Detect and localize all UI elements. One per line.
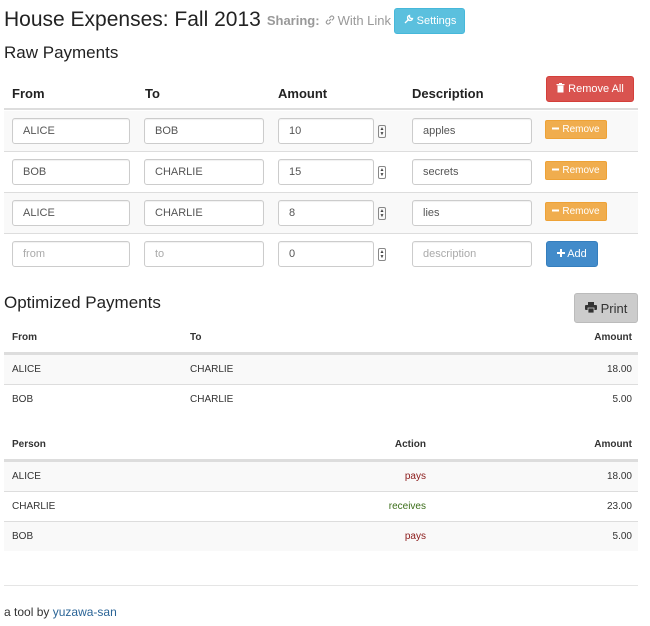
payment-row: ▲▼ Remove: [4, 193, 638, 234]
table-header: From To Amount: [4, 323, 638, 354]
footer-divider: [4, 585, 638, 586]
action-cell: pays: [404, 531, 426, 542]
sharing-label: Sharing:: [266, 12, 320, 28]
column-from: From: [12, 86, 45, 101]
minus-icon: [552, 165, 560, 176]
table-row: ALICE CHARLIE 18.00: [4, 354, 638, 384]
column-to: To: [190, 332, 202, 343]
amount-stepper[interactable]: ▲ ▼: [378, 248, 386, 261]
column-amount: Amount: [594, 439, 632, 450]
author-link[interactable]: yuzawa-san: [53, 605, 117, 619]
person-cell: BOB: [12, 531, 34, 542]
amount-cell: 18.00: [606, 364, 632, 375]
to-cell: CHARLIE: [190, 394, 234, 405]
description-input[interactable]: [412, 200, 532, 226]
amount-input[interactable]: [278, 118, 374, 144]
amount-input[interactable]: [278, 200, 374, 226]
table-row: ALICE pays 18.00: [4, 461, 638, 491]
remove-button[interactable]: Remove: [545, 161, 607, 180]
to-cell: CHARLIE: [190, 364, 234, 375]
settings-button[interactable]: Settings: [394, 8, 465, 34]
payment-row: ▲▼ Remove: [4, 152, 638, 193]
from-input[interactable]: [12, 159, 130, 185]
page-header: House Expenses: Fall 2013 Sharing: With …: [4, 6, 391, 34]
amount-stepper[interactable]: ▲ ▼: [378, 166, 386, 179]
to-input[interactable]: [144, 159, 264, 185]
action-cell: receives: [388, 501, 426, 512]
optimized-payments-table: From To Amount ALICE CHARLIE 18.00 BOB C…: [4, 323, 638, 415]
remove-label: Remove: [562, 206, 600, 217]
raw-payments-title: Raw Payments: [4, 43, 119, 62]
column-amount: Amount: [594, 332, 632, 343]
printer-icon: [584, 301, 597, 316]
table-row: CHARLIE receives 23.00: [4, 491, 638, 521]
action-cell: pays: [404, 471, 426, 482]
new-amount-input[interactable]: [278, 241, 374, 267]
description-input[interactable]: [412, 118, 532, 144]
table-row: BOB CHARLIE 5.00: [4, 384, 638, 414]
column-person: Person: [12, 439, 46, 450]
to-input[interactable]: [144, 200, 264, 226]
link-icon: [324, 14, 336, 26]
amount-input[interactable]: [278, 159, 374, 185]
page-title: House Expenses: Fall 2013: [4, 8, 261, 31]
amount-stepper[interactable]: ▲ ▼: [378, 207, 386, 220]
description-input[interactable]: [412, 159, 532, 185]
from-cell: BOB: [12, 394, 34, 405]
amount-stepper[interactable]: ▲ ▼: [378, 125, 386, 138]
remove-button[interactable]: Remove: [545, 202, 607, 221]
column-description: Description: [412, 86, 484, 101]
column-to: To: [145, 86, 160, 101]
remove-label: Remove: [562, 124, 600, 135]
minus-icon: [552, 206, 560, 217]
sharing-link[interactable]: With Link: [338, 13, 391, 28]
person-cell: CHARLIE: [12, 501, 56, 512]
remove-all-button[interactable]: Remove All: [546, 76, 634, 102]
new-payment-row: ▲▼ Add: [4, 234, 638, 275]
amount-cell: 5.00: [612, 394, 632, 405]
add-label: Add: [567, 248, 587, 260]
optimized-payments-title: Optimized Payments: [4, 293, 161, 312]
summary-table: Person Action Amount ALICE pays 18.00 CH…: [4, 430, 638, 552]
minus-icon: [552, 124, 560, 135]
from-input[interactable]: [12, 200, 130, 226]
amount-cell: 23.00: [606, 501, 632, 512]
remove-all-label: Remove All: [568, 83, 624, 95]
from-input[interactable]: [12, 118, 130, 144]
print-button[interactable]: Print: [574, 293, 638, 323]
print-label: Print: [600, 300, 628, 316]
column-action: Action: [394, 439, 426, 450]
new-description-input[interactable]: [412, 241, 532, 267]
trash-icon: [556, 82, 565, 96]
raw-payments-header: From To Amount Description Remove All: [4, 70, 638, 110]
new-to-input[interactable]: [144, 241, 264, 267]
column-amount: Amount: [278, 86, 328, 101]
plus-icon: [557, 248, 566, 260]
from-cell: ALICE: [12, 364, 41, 375]
remove-button[interactable]: Remove: [545, 120, 607, 139]
footer-prefix: a tool by: [4, 605, 50, 619]
amount-cell: 18.00: [606, 471, 632, 482]
column-from: From: [12, 332, 37, 343]
person-cell: ALICE: [12, 471, 41, 482]
amount-cell: 5.00: [612, 531, 632, 542]
footer: a tool by yuzawa-san: [4, 605, 117, 619]
to-input[interactable]: [144, 118, 264, 144]
remove-label: Remove: [562, 165, 600, 176]
payment-row: ▲▼ Remove: [4, 111, 638, 152]
add-button[interactable]: Add: [546, 241, 598, 267]
table-row: BOB pays 5.00: [4, 521, 638, 551]
wrench-icon: [403, 14, 414, 28]
settings-label: Settings: [416, 15, 457, 27]
new-from-input[interactable]: [12, 241, 130, 267]
table-header: Person Action Amount: [4, 430, 638, 461]
